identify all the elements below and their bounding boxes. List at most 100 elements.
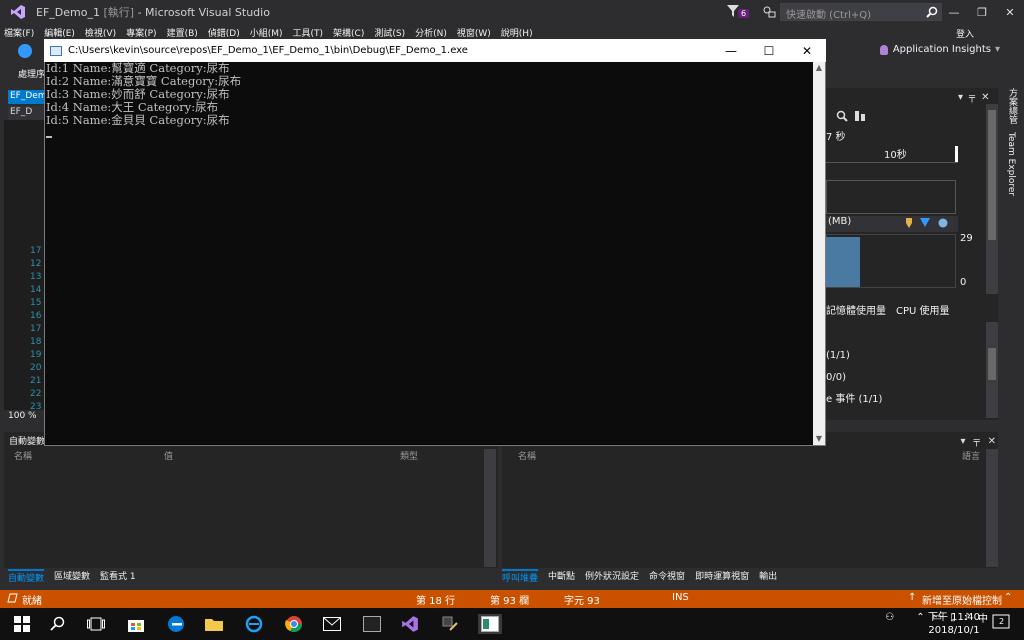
column-name[interactable]: 名稱 (502, 449, 962, 463)
console-close-button[interactable]: ✕ (788, 39, 826, 62)
list-item[interactable]: 0/0) (826, 367, 882, 389)
status-ready: 就緒 (22, 596, 42, 607)
action-center-button[interactable]: 2 (992, 614, 1010, 632)
memory-legend-icons (906, 218, 948, 228)
column-name[interactable]: 名稱 (4, 449, 164, 463)
console-taskbar-icon[interactable] (478, 614, 502, 634)
dropdown-icon[interactable]: ▾ (958, 92, 963, 103)
search-icon[interactable] (926, 6, 938, 18)
diag-toolbar (836, 110, 866, 122)
chevron-up-icon[interactable]: ⌃ (916, 612, 924, 623)
internet-explorer-icon[interactable] (244, 614, 264, 634)
tab-autos[interactable]: 自動變數 (8, 569, 45, 585)
menu-build[interactable]: 建置(B) (167, 26, 198, 39)
tab-immediate-window[interactable]: 即時運算視窗 (695, 569, 749, 585)
line-numbers: 17 12 13 14 15 16 17 18 19 20 21 22 23 (30, 245, 44, 414)
rail-solution-explorer[interactable]: 方案總管 (1006, 88, 1019, 124)
task-view-icon[interactable] (86, 614, 106, 634)
column-language[interactable]: 語言 (962, 449, 986, 463)
menu-help[interactable]: 說明(H) (501, 26, 533, 39)
menu-edit[interactable]: 編輯(E) (44, 26, 75, 39)
tab-command-window[interactable]: 命令視窗 (649, 569, 685, 585)
mail-icon[interactable] (322, 614, 342, 634)
console-title-bar[interactable]: C:\Users\kevin\source\repos\EF_Demo_1\EF… (44, 39, 826, 62)
menu-bar: 檔案(F) 編輯(E) 檢視(V) 專案(P) 建置(B) 偵錯(D) 小組(M… (0, 24, 1024, 40)
line-number: 15 (30, 298, 42, 308)
zoom-in-icon[interactable] (836, 110, 848, 122)
tab-locals[interactable]: 區域變數 (54, 569, 90, 585)
console-output[interactable]: Id:1 Name:幫寶適 Category:尿布 Id:2 Name:滿意寶寶… (45, 62, 813, 444)
column-type[interactable]: 類型 (400, 449, 480, 463)
menu-team[interactable]: 小組(M) (250, 26, 283, 39)
document-nav-dropdown[interactable]: EF_D (8, 106, 48, 120)
quick-launch-input[interactable]: 快速啟動 (Ctrl+Q) (780, 3, 942, 21)
menu-window[interactable]: 視窗(W) (457, 26, 491, 39)
close-icon[interactable]: ✕ (981, 92, 989, 103)
tab-memory-usage[interactable]: 記憶體使用量 (826, 302, 886, 317)
tab-output[interactable]: 輸出 (759, 569, 777, 585)
diag-list-scroll-thumb[interactable] (988, 348, 996, 380)
scroll-down-icon[interactable]: ▼ (813, 433, 825, 445)
pin-icon[interactable]: ╤ (974, 436, 980, 447)
menu-file[interactable]: 檔案(F) (4, 26, 34, 39)
edge-browser-icon[interactable] (166, 614, 186, 634)
tab-cpu-usage[interactable]: CPU 使用量 (896, 302, 950, 317)
tab-breakpoints[interactable]: 中斷點 (548, 569, 575, 585)
feedback-icon[interactable] (762, 5, 776, 19)
search-icon[interactable] (48, 614, 68, 634)
list-item[interactable]: e 事件 (1/1) (826, 389, 882, 411)
diag-scroll-thumb[interactable] (988, 110, 996, 240)
console-cursor (46, 136, 52, 138)
pin-icon[interactable]: ╤ (969, 92, 975, 103)
menu-tools[interactable]: 工具(T) (293, 26, 324, 39)
back-navigation-icon[interactable] (18, 44, 32, 58)
taskbar-clock[interactable]: 下午 11:40 2018/10/1 (928, 611, 980, 637)
menu-test[interactable]: 測試(S) (374, 26, 405, 39)
restore-button[interactable]: ❐ (968, 0, 996, 24)
menu-debug[interactable]: 偵錯(D) (208, 26, 240, 39)
terminal-icon[interactable] (362, 614, 382, 634)
console-maximize-button[interactable]: ☐ (750, 39, 788, 62)
file-explorer-icon[interactable] (204, 614, 224, 634)
windows-taskbar (0, 608, 1024, 640)
chevron-up-icon[interactable]: ⌃ (1004, 592, 1012, 603)
autos-panel-title: 自動變數 (9, 437, 46, 447)
dropdown-icon[interactable]: ▾ (961, 436, 966, 447)
sign-in-link[interactable]: 登入 (956, 27, 974, 40)
settings-icon[interactable] (854, 110, 866, 122)
chrome-icon[interactable] (284, 614, 304, 634)
tab-watch-1[interactable]: 監看式 1 (100, 569, 136, 585)
tab-call-stack[interactable]: 呼叫堆疊 (502, 569, 539, 585)
tab-exception-settings[interactable]: 例外狀況設定 (585, 569, 639, 585)
rail-team-explorer[interactable]: Team Explorer (1006, 132, 1016, 196)
line-number: 19 (30, 350, 42, 360)
notification-badge[interactable]: 6 (738, 9, 750, 18)
line-number: 13 (30, 272, 42, 282)
menu-project[interactable]: 專案(P) (126, 26, 156, 39)
scroll-up-icon[interactable]: ▲ (813, 62, 825, 74)
minimize-button[interactable]: — (940, 0, 968, 24)
visual-studio-taskbar-icon[interactable] (400, 614, 420, 634)
column-value[interactable]: 值 (164, 449, 400, 463)
close-icon[interactable]: ✕ (988, 436, 996, 447)
autos-scrollbar[interactable] (484, 449, 496, 567)
store-icon[interactable] (126, 614, 146, 634)
windows-start-icon[interactable] (12, 614, 32, 634)
list-item[interactable]: (1/1) (826, 345, 882, 367)
menu-analyze[interactable]: 分析(N) (415, 26, 447, 39)
close-button[interactable]: ✕ (996, 0, 1024, 24)
document-tab[interactable]: EF_Dem (8, 90, 48, 104)
people-icon[interactable]: ⚇ (885, 612, 894, 623)
add-to-source-control-button[interactable]: 新增至原始檔控制 (922, 592, 1002, 607)
zoom-level[interactable]: 100 % (4, 411, 48, 427)
tools-icon[interactable] (440, 614, 460, 634)
bottom-tabs-left: 自動變數 區域變數 監看式 1 (4, 569, 136, 585)
menu-architecture[interactable]: 架構(C) (333, 26, 364, 39)
events-track[interactable] (826, 180, 956, 214)
call-stack-scrollbar[interactable] (986, 449, 998, 567)
console-minimize-button[interactable]: — (712, 39, 750, 62)
application-insights-button[interactable]: Application Insights ▾ (879, 44, 1000, 55)
console-scrollbar[interactable]: ▲ ▼ (813, 62, 825, 445)
menu-view[interactable]: 檢視(V) (85, 26, 116, 39)
title-app: - Microsoft Visual Studio (137, 6, 270, 19)
